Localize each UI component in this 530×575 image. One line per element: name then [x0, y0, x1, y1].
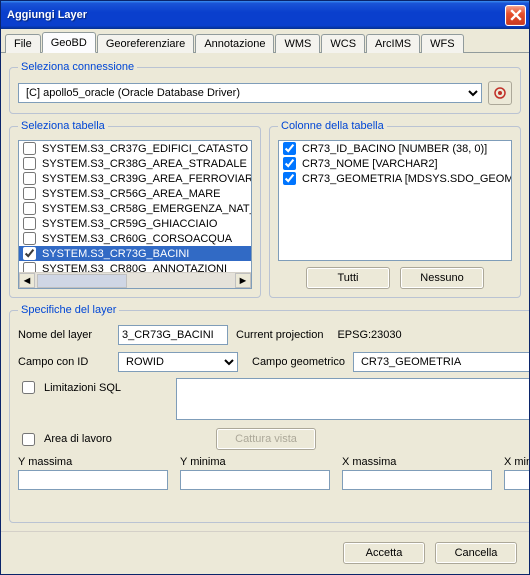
sql-limit-textarea[interactable]: [176, 378, 529, 420]
sql-limit-label: Limitazioni SQL: [44, 382, 121, 394]
table-checkbox[interactable]: [23, 202, 36, 215]
geom-field-select[interactable]: CR73_GEOMETRIA: [353, 352, 529, 372]
tab-wcs[interactable]: WCS: [321, 34, 365, 53]
table-checkbox[interactable]: [23, 172, 36, 185]
column-row[interactable]: CR73_NOME [VARCHAR2]: [279, 156, 511, 171]
column-row[interactable]: CR73_GEOMETRIA [MDSYS.SDO_GEOMETRY]: [279, 171, 511, 186]
epsg-value: EPSG:23030: [337, 329, 401, 341]
table-label: SYSTEM.S3_CR39G_AREA_FERROVIARI: [42, 173, 251, 185]
tables-legend: Seleziona tabella: [18, 120, 108, 132]
tab-arcims[interactable]: ArcIMS: [366, 34, 420, 53]
table-checkbox[interactable]: [23, 232, 36, 245]
table-label: SYSTEM.S3_CR60G_CORSOACQUA: [42, 233, 232, 245]
workarea-label: Area di lavoro: [44, 433, 112, 445]
ymin-label: Y minima: [180, 456, 330, 468]
table-label: SYSTEM.S3_CR59G_GHIACCIAIO: [42, 218, 217, 230]
close-button[interactable]: [505, 5, 526, 26]
table-label: SYSTEM.S3_CR58G_EMERGENZA_NAT_A: [42, 203, 251, 215]
close-icon: [510, 9, 522, 21]
footer: Accetta Cancella: [1, 531, 529, 574]
layer-spec-group: Specifiche del layer Nome del layer Curr…: [9, 304, 529, 523]
tab-geobd[interactable]: GeoBD: [42, 32, 96, 53]
table-row[interactable]: SYSTEM.S3_CR56G_AREA_MARE: [19, 186, 251, 201]
table-checkbox[interactable]: [23, 187, 36, 200]
column-label: CR73_ID_BACINO [NUMBER (38, 0)]: [302, 143, 487, 155]
column-label: CR73_GEOMETRIA [MDSYS.SDO_GEOMETRY]: [302, 173, 511, 185]
table-row[interactable]: SYSTEM.S3_CR73G_BACINI: [19, 246, 251, 261]
columns-listbox[interactable]: CR73_ID_BACINO [NUMBER (38, 0)] CR73_NOM…: [278, 140, 512, 261]
tables-listbox[interactable]: SYSTEM.S3_CR37G_EDIFICI_CATASTO SYSTEM.S…: [18, 140, 252, 289]
table-row[interactable]: SYSTEM.S3_CR58G_EMERGENZA_NAT_A: [19, 201, 251, 216]
cancel-button[interactable]: Cancella: [435, 542, 517, 564]
column-row[interactable]: CR73_ID_BACINO [NUMBER (38, 0)]: [279, 141, 511, 156]
capture-view-button: Cattura vista: [216, 428, 316, 450]
layer-name-label: Nome del layer: [18, 329, 110, 341]
xmin-input[interactable]: [504, 470, 529, 490]
ymax-input[interactable]: [18, 470, 168, 490]
columns-legend: Colonne della tabella: [278, 120, 387, 132]
xmin-label: X minima: [504, 456, 529, 468]
table-label: SYSTEM.S3_CR73G_BACINI: [42, 248, 189, 260]
table-checkbox[interactable]: [23, 157, 36, 170]
select-none-button[interactable]: Nessuno: [400, 267, 484, 289]
tables-group: Seleziona tabella SYSTEM.S3_CR37G_EDIFIC…: [9, 120, 261, 298]
geom-field-label: Campo geometrico: [252, 356, 345, 368]
connection-config-button[interactable]: [488, 81, 512, 105]
sql-limit-checkbox[interactable]: [22, 381, 35, 394]
projection-label: Current projection: [236, 329, 323, 341]
column-label: CR73_NOME [VARCHAR2]: [302, 158, 438, 170]
tabbar: File GeoBD Georeferenziare Annotazione W…: [1, 29, 529, 53]
window-title: Aggiungi Layer: [7, 9, 505, 21]
table-row[interactable]: SYSTEM.S3_CR39G_AREA_FERROVIARI: [19, 171, 251, 186]
column-checkbox[interactable]: [283, 142, 296, 155]
xmax-input[interactable]: [342, 470, 492, 490]
xmax-label: X massima: [342, 456, 492, 468]
connection-legend: Seleziona connessione: [18, 61, 137, 73]
table-checkbox[interactable]: [23, 247, 36, 260]
table-row[interactable]: SYSTEM.S3_CR59G_GHIACCIAIO: [19, 216, 251, 231]
layer-name-input[interactable]: [118, 325, 228, 345]
tab-annotazione[interactable]: Annotazione: [195, 34, 274, 53]
select-all-button[interactable]: Tutti: [306, 267, 390, 289]
table-label: SYSTEM.S3_CR38G_AREA_STRADALE: [42, 158, 247, 170]
tab-wfs[interactable]: WFS: [421, 34, 463, 53]
scroll-right-icon[interactable]: ►: [235, 273, 251, 288]
scroll-left-icon[interactable]: ◄: [19, 273, 35, 288]
id-field-select[interactable]: ROWID: [118, 352, 238, 372]
table-checkbox[interactable]: [23, 142, 36, 155]
target-icon: [493, 86, 507, 100]
column-checkbox[interactable]: [283, 157, 296, 170]
table-checkbox[interactable]: [23, 217, 36, 230]
table-row[interactable]: SYSTEM.S3_CR38G_AREA_STRADALE: [19, 156, 251, 171]
table-label: SYSTEM.S3_CR37G_EDIFICI_CATASTO: [42, 143, 248, 155]
ymax-label: Y massima: [18, 456, 168, 468]
tab-wms[interactable]: WMS: [275, 34, 320, 53]
columns-group: Colonne della tabella CR73_ID_BACINO [NU…: [269, 120, 521, 298]
id-field-label: Campo con ID: [18, 356, 110, 368]
workarea-checkbox[interactable]: [22, 433, 35, 446]
column-checkbox[interactable]: [283, 172, 296, 185]
tables-hscroll[interactable]: ◄ ►: [19, 272, 251, 288]
ymin-input[interactable]: [180, 470, 330, 490]
connection-group: Seleziona connessione [C] apollo5_oracle…: [9, 61, 521, 114]
table-label: SYSTEM.S3_CR80G_ANNOTAZIONI: [42, 263, 227, 273]
table-checkbox[interactable]: [23, 262, 36, 272]
layer-spec-legend: Specifiche del layer: [18, 304, 119, 316]
tab-georeferenziare[interactable]: Georeferenziare: [97, 34, 195, 53]
content: Seleziona connessione [C] apollo5_oracle…: [1, 53, 529, 531]
tab-file[interactable]: File: [5, 34, 41, 53]
table-row[interactable]: SYSTEM.S3_CR37G_EDIFICI_CATASTO: [19, 141, 251, 156]
table-row[interactable]: SYSTEM.S3_CR80G_ANNOTAZIONI: [19, 261, 251, 272]
table-label: SYSTEM.S3_CR56G_AREA_MARE: [42, 188, 221, 200]
connection-select[interactable]: [C] apollo5_oracle (Oracle Database Driv…: [18, 83, 482, 103]
table-row[interactable]: SYSTEM.S3_CR60G_CORSOACQUA: [19, 231, 251, 246]
accept-button[interactable]: Accetta: [343, 542, 425, 564]
dialog: Aggiungi Layer File GeoBD Georeferenziar…: [0, 0, 530, 575]
titlebar: Aggiungi Layer: [1, 1, 529, 29]
